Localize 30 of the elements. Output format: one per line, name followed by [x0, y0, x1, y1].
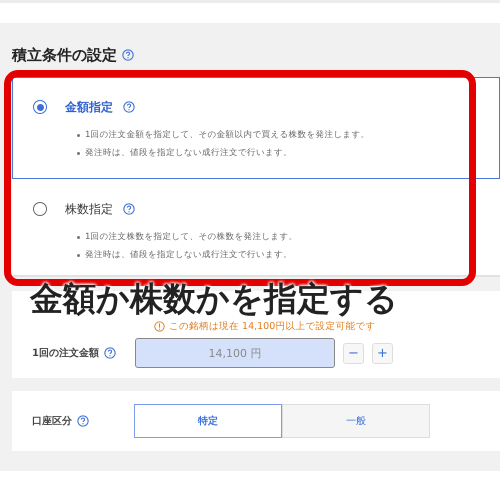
- amount-input[interactable]: 14,100 円: [134, 338, 335, 368]
- note-text: 1回の注文株数を指定して、その株数を発注します。: [85, 231, 298, 243]
- bullet-icon: [77, 134, 80, 136]
- option-label: 株数指定: [65, 200, 113, 218]
- bullet-icon: [77, 236, 80, 238]
- section-title: 積立条件の設定: [12, 46, 117, 64]
- decrease-button[interactable]: −: [342, 342, 364, 364]
- warning-text: この銘柄は現在 14,100円以上で設定可能です: [169, 320, 376, 332]
- note-text: 発注時は、値段を指定しない成行注文で行います。: [85, 147, 292, 159]
- option-label: 金額指定: [65, 98, 113, 116]
- radio-button[interactable]: [33, 202, 47, 216]
- increase-button[interactable]: +: [372, 342, 393, 364]
- field-label: 口座区分: [32, 414, 72, 428]
- note-text: 発注時は、値段を指定しない成行注文で行います。: [85, 249, 292, 261]
- help-icon[interactable]: [77, 415, 89, 427]
- info-icon: [154, 320, 165, 332]
- order-type-option[interactable]: 金額指定 1回の注文金額を指定して、その金額以内で買える株数を発注します。 発注時は、値段を指定しない成行注文で行います。: [12, 77, 500, 179]
- annotation-caption: 金額か株数かを指定する: [30, 282, 398, 317]
- account-type-tab[interactable]: 一般: [282, 404, 430, 438]
- order-type-option[interactable]: 株数指定 1回の注文株数を指定して、その株数を発注します。 発注時は、値段を指定しない成行注文で行います。: [12, 179, 500, 275]
- field-label: 1回の注文金額: [32, 346, 99, 360]
- help-icon[interactable]: [104, 347, 116, 359]
- radio-button[interactable]: [33, 100, 47, 114]
- help-icon[interactable]: [123, 203, 135, 215]
- note-text: 1回の注文金額を指定して、その金額以内で買える株数を発注します。: [85, 129, 370, 141]
- bullet-icon: [77, 254, 80, 256]
- bullet-icon: [77, 152, 80, 154]
- help-icon[interactable]: [122, 49, 134, 61]
- help-icon[interactable]: [123, 101, 135, 113]
- account-type-tab[interactable]: 特定: [134, 404, 282, 438]
